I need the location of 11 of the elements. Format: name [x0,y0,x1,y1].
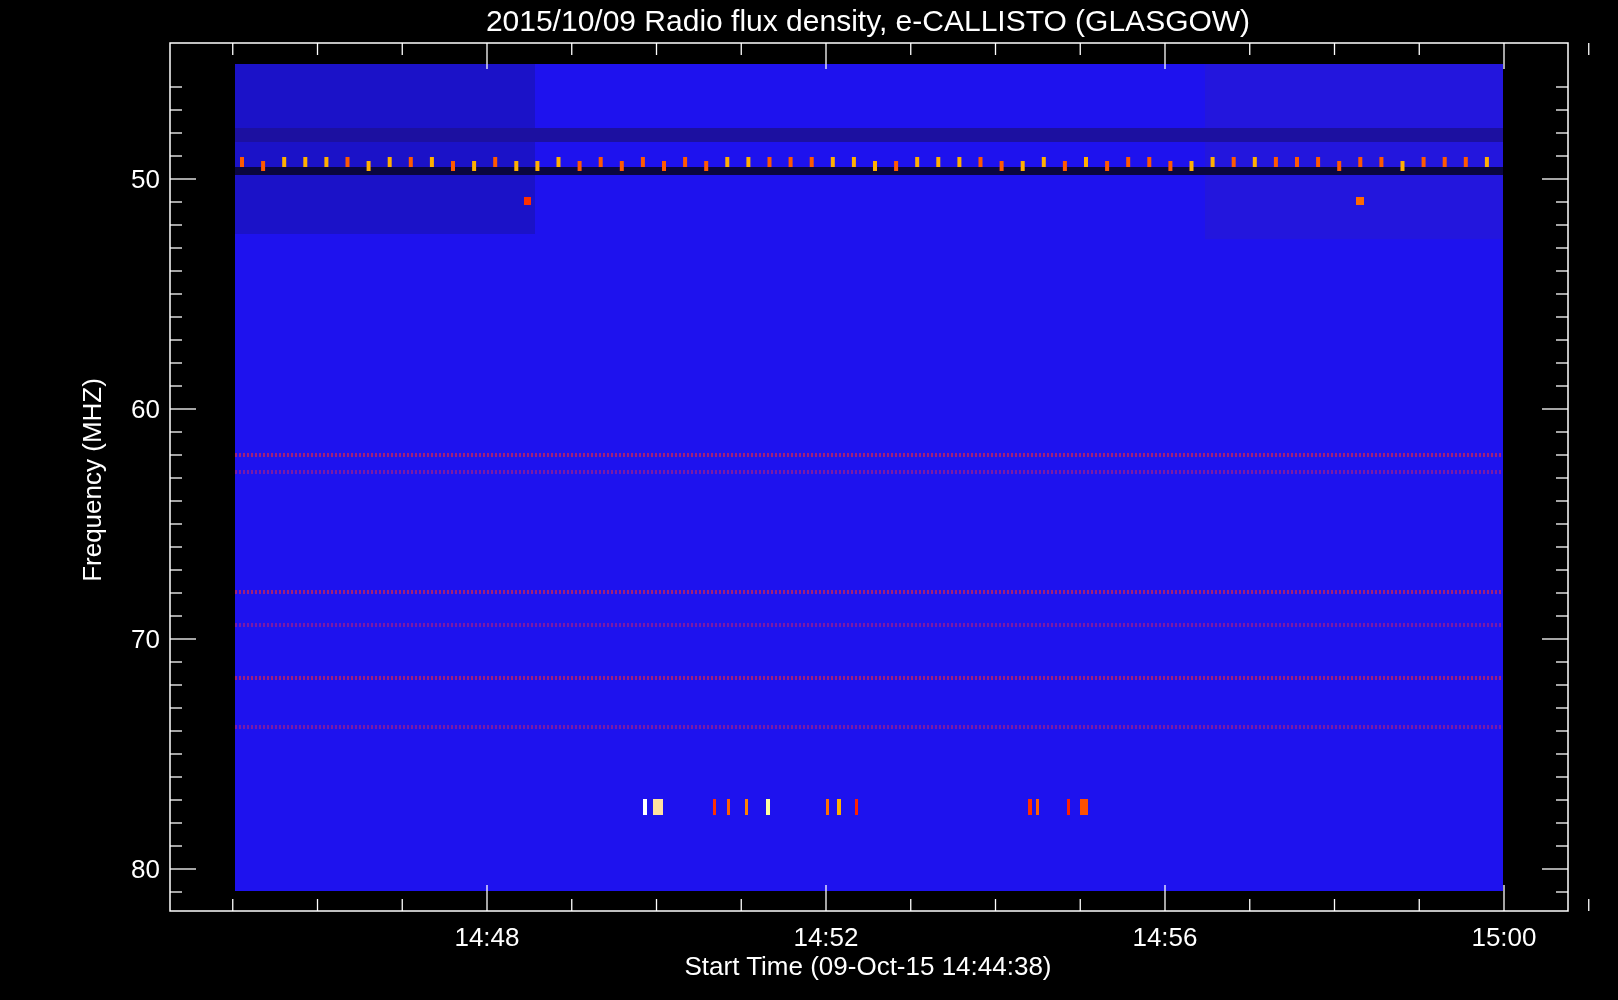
tick-label: 14:52 [793,922,859,952]
axis-title: Start Time (09-Oct-15 14:44:38) [684,951,1052,981]
tick-label: 14:56 [1132,922,1198,952]
tick-label: 15:00 [1471,922,1537,952]
axis-title: Frequency (MHZ) [77,378,107,582]
chart-title: 2015/10/09 Radio flux density, e-CALLISTO (GLASGOW) [485,4,1251,37]
tick-label: 14:48 [454,922,520,952]
tick-label: 70 [131,624,160,654]
tick-label: 50 [131,164,160,194]
tick-label: 60 [131,394,160,424]
tick-label: 80 [131,854,160,884]
